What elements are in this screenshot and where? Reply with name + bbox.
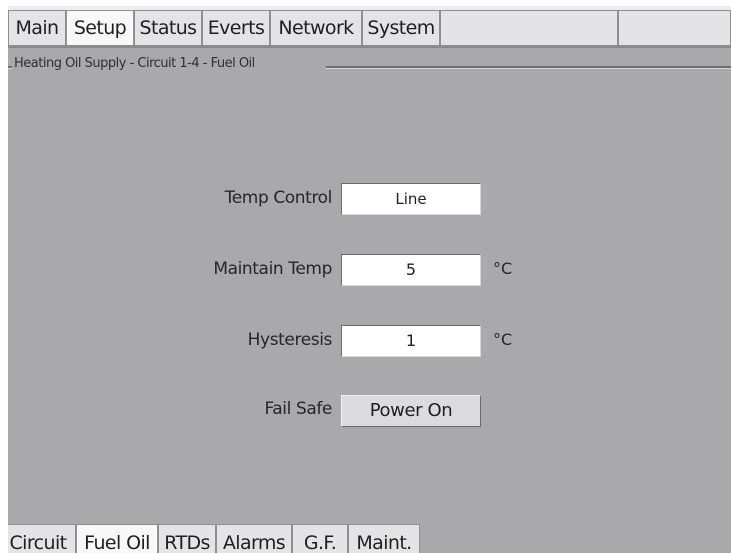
- top-tab-bar: Main Setup Status Everts Network System: [8, 6, 731, 48]
- fail-safe-button[interactable]: Power On: [341, 395, 481, 427]
- group-border-left: [8, 66, 12, 69]
- hysteresis-label: Hysteresis: [247, 330, 333, 350]
- tab-empty-1: [440, 10, 618, 46]
- maintain-temp-field[interactable]: 5: [341, 254, 481, 286]
- tab-gf[interactable]: G.F.: [292, 524, 348, 553]
- hysteresis-unit: °C: [493, 330, 513, 349]
- tab-circuit[interactable]: Circuit: [8, 524, 76, 553]
- tab-status[interactable]: Status: [134, 10, 202, 46]
- fail-safe-label: Fail Safe: [264, 399, 332, 419]
- temp-control-field[interactable]: Line: [341, 183, 481, 215]
- tab-network[interactable]: Network: [270, 10, 362, 46]
- hysteresis-field[interactable]: 1: [341, 325, 481, 357]
- tab-fuel-oil[interactable]: Fuel Oil: [76, 524, 158, 553]
- maintain-temp-label: Maintain Temp: [213, 259, 332, 279]
- group-title: Heating Oil Supply - Circuit 1-4 - Fuel …: [14, 56, 255, 71]
- controller-screen: Main Setup Status Everts Network System …: [8, 6, 731, 553]
- tab-alarms[interactable]: Alarms: [216, 524, 292, 553]
- tab-system[interactable]: System: [362, 10, 440, 46]
- tab-events[interactable]: Everts: [202, 10, 270, 46]
- temp-control-label: Temp Control: [224, 188, 333, 208]
- bottom-tab-bar: Circuit Fuel Oil RTDs Alarms G.F. Maint.: [8, 522, 731, 553]
- tab-maint[interactable]: Maint.: [348, 524, 420, 553]
- tab-main[interactable]: Main: [8, 10, 66, 46]
- tab-rtds[interactable]: RTDs: [158, 524, 216, 553]
- maintain-temp-unit: °C: [493, 259, 513, 278]
- tab-setup[interactable]: Setup: [66, 10, 134, 46]
- tab-empty-2: [618, 10, 731, 46]
- group-border-right: [326, 66, 731, 69]
